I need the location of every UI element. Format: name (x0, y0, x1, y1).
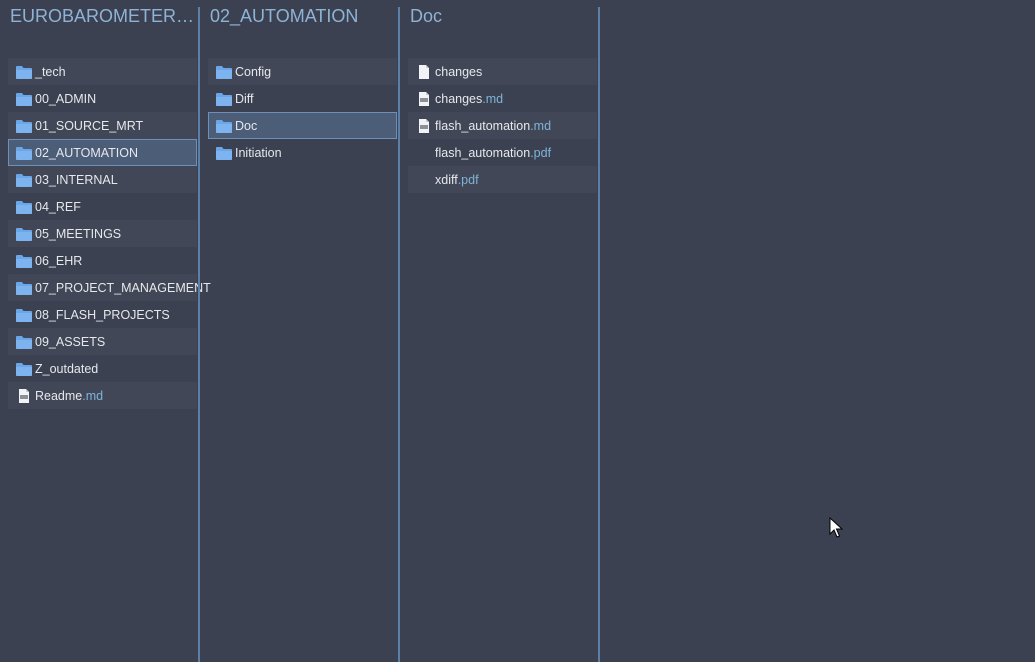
item-extension: .md (482, 91, 504, 106)
folder-item[interactable]: 06_EHR (8, 247, 197, 274)
file-item[interactable]: Readme .md (8, 382, 197, 409)
folder-icon (216, 146, 232, 160)
folder-icon (16, 362, 32, 376)
folder-icon (16, 335, 32, 349)
item-name: xdiff (435, 172, 458, 187)
folder-item[interactable]: Initiation (208, 139, 397, 166)
folder-item[interactable]: 05_MEETINGS (8, 220, 197, 247)
folder-item[interactable]: Diff (208, 85, 397, 112)
file-item[interactable]: flash_automation .md (408, 112, 597, 139)
column-3[interactable]: Doc changes changes .md flash_automation .md f… (400, 0, 600, 662)
folder-icon (16, 254, 32, 268)
column-2[interactable]: 02_AUTOMATION Config Diff Doc Initiation (200, 0, 400, 662)
column-title: 02_AUTOMATION (210, 6, 359, 26)
column-4[interactable] (600, 0, 800, 662)
folder-item[interactable]: _tech (8, 58, 197, 85)
file-item[interactable]: flash_automation .pdf (408, 139, 597, 166)
column-title: EUROBAROMETER_FL... (10, 6, 196, 26)
folder-icon (216, 92, 232, 106)
item-name: 00_ADMIN (35, 91, 97, 106)
folder-icon (16, 65, 32, 79)
item-name: 03_INTERNAL (35, 172, 118, 187)
item-name: Doc (235, 118, 258, 133)
folder-item[interactable]: 00_ADMIN (8, 85, 197, 112)
item-name: flash_automation (435, 118, 531, 133)
folder-icon (216, 119, 232, 133)
markdown-file-icon (16, 388, 32, 403)
folder-icon (16, 92, 32, 106)
file-item[interactable]: xdiff .pdf (408, 166, 597, 193)
item-name: Diff (235, 91, 254, 106)
item-name: Z_outdated (35, 361, 99, 376)
folder-item[interactable]: 02_AUTOMATION (8, 139, 197, 166)
column-item-list: Config Diff Doc Initiation (208, 58, 397, 166)
folder-item[interactable]: 09_ASSETS (8, 328, 197, 355)
item-extension: .md (530, 118, 552, 133)
item-name: changes (435, 64, 483, 79)
folder-item[interactable]: Config (208, 58, 397, 85)
item-name: Readme (35, 388, 83, 403)
item-name: 05_MEETINGS (35, 226, 122, 241)
item-name: 02_AUTOMATION (35, 145, 139, 160)
folder-item[interactable]: 04_REF (8, 193, 197, 220)
column-title: Doc (410, 6, 443, 26)
folder-item[interactable]: Z_outdated (8, 355, 197, 382)
folder-item[interactable]: 01_SOURCE_MRT (8, 112, 197, 139)
item-name: 06_EHR (35, 253, 83, 268)
item-extension: .pdf (457, 172, 479, 187)
folder-item[interactable]: Doc (208, 112, 397, 139)
item-name: 08_FLASH_PROJECTS (35, 307, 170, 322)
folder-icon (216, 65, 232, 79)
item-name: Config (235, 64, 272, 79)
markdown-file-icon (416, 91, 432, 106)
item-extension: .md (82, 388, 104, 403)
folder-icon (16, 200, 32, 214)
item-extension: .pdf (530, 145, 552, 160)
item-name: 04_REF (35, 199, 81, 214)
item-name: 01_SOURCE_MRT (35, 118, 144, 133)
item-name: 07_PROJECT_MANAGEMENT (35, 280, 211, 295)
markdown-file-icon (416, 118, 432, 133)
file-item[interactable]: changes .md (408, 85, 597, 112)
folder-icon (16, 119, 32, 133)
folder-icon (16, 146, 32, 160)
mouse-cursor-icon (829, 516, 844, 544)
item-name: Initiation (235, 145, 282, 160)
item-name: flash_automation (435, 145, 531, 160)
folder-item[interactable]: 07_PROJECT_MANAGEMENT (8, 274, 211, 301)
folder-icon (16, 227, 32, 241)
folder-icon (16, 281, 32, 295)
folder-icon (16, 308, 32, 322)
column-1[interactable]: EUROBAROMETER_FL... _tech 00_ADMIN 01_SOURC… (0, 0, 211, 662)
item-name: 09_ASSETS (35, 334, 106, 349)
item-name: changes (435, 91, 483, 106)
item-name: _tech (35, 64, 66, 79)
column-item-list: changes changes .md flash_automation .md flas… (408, 58, 597, 193)
folder-icon (16, 173, 32, 187)
folder-item[interactable]: 08_FLASH_PROJECTS (8, 301, 197, 328)
file-item[interactable]: changes (408, 58, 597, 85)
folder-item[interactable]: 03_INTERNAL (8, 166, 197, 193)
column-item-list: _tech 00_ADMIN 01_SOURCE_MRT 02_AUTOMATION 0… (8, 58, 211, 409)
file-icon (416, 64, 432, 79)
